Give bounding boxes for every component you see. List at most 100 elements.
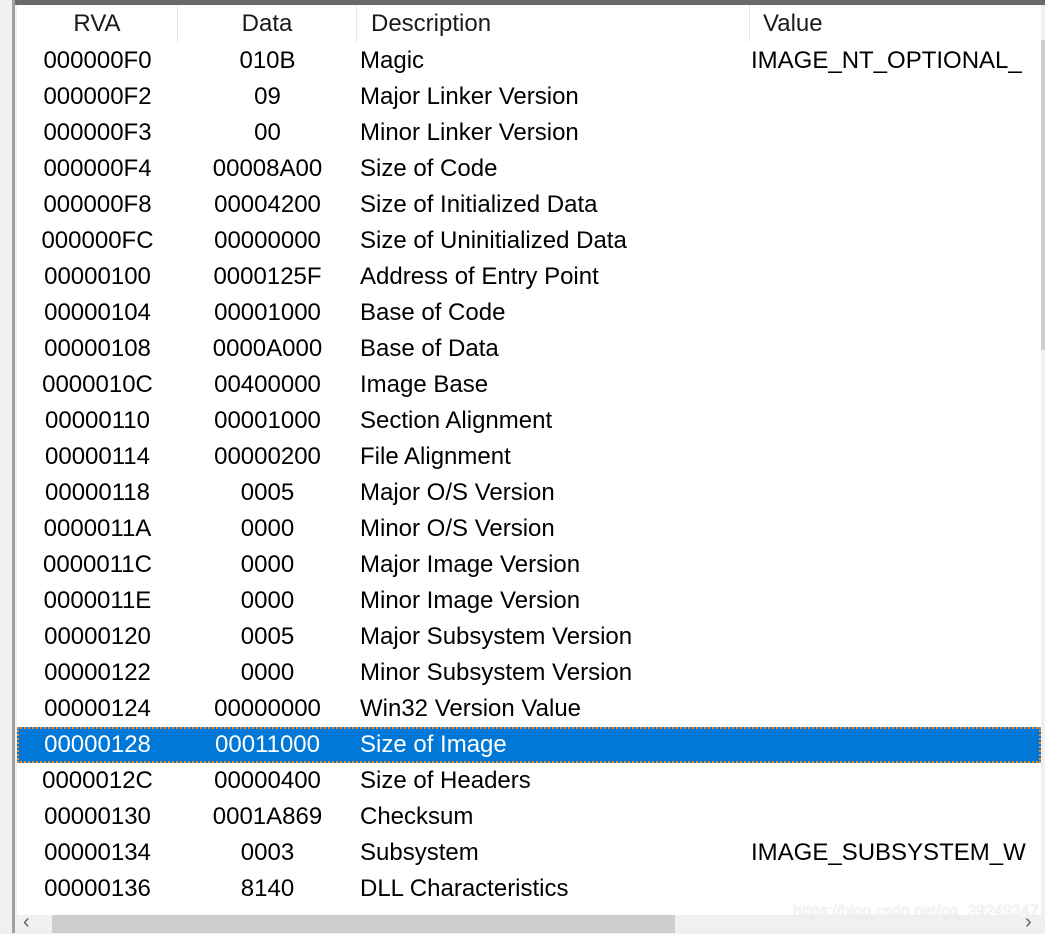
table-row[interactable]: 00000120 0005 Major Subsystem Version [17, 619, 1041, 655]
watermark: https://blog.csdn.net/qq_39249347 [793, 903, 1039, 920]
cell-data: 00000200 [214, 443, 321, 470]
cell-data: 0000 [240, 659, 295, 686]
table-row[interactable]: 0000011C 0000 Major Image Version [17, 547, 1041, 583]
cell-description: Section Alignment [360, 407, 553, 434]
cell-rva: 0000010C [42, 371, 153, 398]
cell-rva: 0000012C [42, 767, 153, 794]
cell-description: File Alignment [360, 443, 511, 470]
cell-description: Major Image Version [360, 551, 581, 578]
table-row[interactable]: 000000F0 010B Magic IMAGE_NT_OPTIONAL_ [17, 43, 1041, 79]
cell-data: 0000A000 [212, 335, 323, 362]
cell-description: Checksum [360, 803, 474, 830]
cell-description: Major Linker Version [360, 83, 579, 110]
pe-header-list-view[interactable]: RVA Data Description Value 000000F0 010B M… [17, 5, 1041, 915]
cell-description: Size of Code [360, 155, 498, 182]
table-row[interactable]: 00000136 8140 DLL Characteristics [17, 871, 1041, 907]
table-row[interactable]: 00000118 0005 Major O/S Version [17, 475, 1041, 511]
cell-rva: 0000011C [43, 551, 152, 578]
cell-rva: 000000F2 [43, 83, 152, 110]
cell-rva: 00000124 [44, 695, 151, 722]
cell-rva: 00000118 [45, 479, 150, 506]
cell-value: IMAGE_SUBSYSTEM_W [751, 839, 1026, 866]
cell-data: 8140 [240, 875, 295, 902]
cell-description: Minor Image Version [360, 587, 581, 614]
cell-rva: 00000134 [44, 839, 151, 866]
cell-rva: 000000F3 [43, 119, 152, 146]
cell-rva: 000000F8 [43, 191, 152, 218]
cell-description: Major O/S Version [360, 479, 555, 506]
cell-description: Magic [360, 47, 425, 74]
table-row-selected[interactable]: 00000128 00011000 Size of Image [17, 727, 1041, 763]
vertical-scrollbar-thumb[interactable] [1041, 40, 1045, 350]
cell-rva: 00000108 [44, 335, 151, 362]
table-row[interactable]: 00000108 0000A000 Base of Data [17, 331, 1041, 367]
column-header-description[interactable]: Description [357, 5, 750, 42]
cell-data: 0005 [240, 623, 295, 650]
cell-data: 00000000 [214, 695, 321, 722]
table-row[interactable]: 000000F4 00008A00 Size of Code [17, 151, 1041, 187]
table-row[interactable]: 000000F8 00004200 Size of Initialized Data [17, 187, 1041, 223]
cell-rva: 00000120 [44, 623, 151, 650]
cell-data: 0000 [240, 515, 295, 542]
table-row[interactable]: 0000011A 0000 Minor O/S Version [17, 511, 1041, 547]
column-header-value[interactable]: Value [750, 5, 1041, 42]
column-header-data[interactable]: Data [178, 5, 357, 42]
cell-rva: 00000100 [44, 263, 151, 290]
cell-data: 010B [239, 47, 296, 74]
table-row[interactable]: 0000010C 00400000 Image Base [17, 367, 1041, 403]
cell-description: Base of Data [360, 335, 499, 362]
cell-description: DLL Characteristics [360, 875, 569, 902]
cell-data: 00001000 [214, 299, 321, 326]
table-row[interactable]: 000000F2 09 Major Linker Version [17, 79, 1041, 115]
table-row[interactable]: 00000110 00001000 Section Alignment [17, 403, 1041, 439]
cell-data: 00008A00 [212, 155, 323, 182]
table-row[interactable]: 00000124 00000000 Win32 Version Value [17, 691, 1041, 727]
cell-rva: 00000110 [45, 407, 150, 434]
cell-description: Size of Headers [360, 767, 531, 794]
table-row[interactable]: 00000114 00000200 File Alignment [17, 439, 1041, 475]
cell-rva: 000000FC [41, 227, 154, 254]
list-rows: 000000F0 010B Magic IMAGE_NT_OPTIONAL_ 00000… [17, 43, 1041, 907]
column-header-rva[interactable]: RVA [17, 5, 178, 42]
cell-data: 00400000 [214, 371, 321, 398]
cell-description: Image Base [360, 371, 489, 398]
window-frame: RVA Data Description Value 000000F0 010B M… [0, 0, 1045, 933]
cell-description: Subsystem [360, 839, 479, 866]
cell-rva: 000000F4 [43, 155, 152, 182]
cell-data: 0000125F [213, 263, 322, 290]
cell-description: Size of Image [360, 731, 507, 758]
cell-rva: 00000136 [44, 875, 151, 902]
cell-data: 00004200 [214, 191, 321, 218]
cell-rva: 000000F0 [43, 47, 152, 74]
cell-rva: 00000104 [44, 299, 151, 326]
table-row[interactable]: 00000100 0000125F Address of Entry Point [17, 259, 1041, 295]
cell-rva: 0000011E [43, 587, 152, 614]
horizontal-scrollbar-thumb[interactable] [52, 915, 675, 933]
cell-data: 0005 [240, 479, 295, 506]
cell-data: 00000000 [214, 227, 321, 254]
cell-description: Minor O/S Version [360, 515, 555, 542]
table-row[interactable]: 00000104 00001000 Base of Code [17, 295, 1041, 331]
left-border [12, 0, 15, 933]
table-row[interactable]: 000000F3 00 Minor Linker Version [17, 115, 1041, 151]
table-row[interactable]: 0000012C 00000400 Size of Headers [17, 763, 1041, 799]
cell-description: Minor Linker Version [360, 119, 579, 146]
cell-rva: 00000114 [45, 443, 150, 470]
cell-value: IMAGE_NT_OPTIONAL_ [751, 47, 1022, 74]
cell-description: Base of Code [360, 299, 506, 326]
scroll-left-arrow-icon[interactable]: ‹ [23, 911, 30, 934]
table-row[interactable]: 00000134 0003 Subsystem IMAGE_SUBSYSTEM_W [17, 835, 1041, 871]
cell-rva: 0000011A [43, 515, 152, 542]
cell-description: Major Subsystem Version [360, 623, 633, 650]
cell-description: Address of Entry Point [360, 263, 599, 290]
cell-data: 0000 [240, 551, 295, 578]
table-row[interactable]: 000000FC 00000000 Size of Uninitialized Da… [17, 223, 1041, 259]
list-header: RVA Data Description Value [17, 5, 1041, 42]
cell-data: 00011000 [215, 731, 320, 758]
table-row[interactable]: 00000130 0001A869 Checksum [17, 799, 1041, 835]
table-row[interactable]: 00000122 0000 Minor Subsystem Version [17, 655, 1041, 691]
table-row[interactable]: 0000011E 0000 Minor Image Version [17, 583, 1041, 619]
cell-data: 0001A869 [212, 803, 323, 830]
cell-data: 00000400 [214, 767, 321, 794]
vertical-scrollbar[interactable] [1041, 5, 1045, 915]
